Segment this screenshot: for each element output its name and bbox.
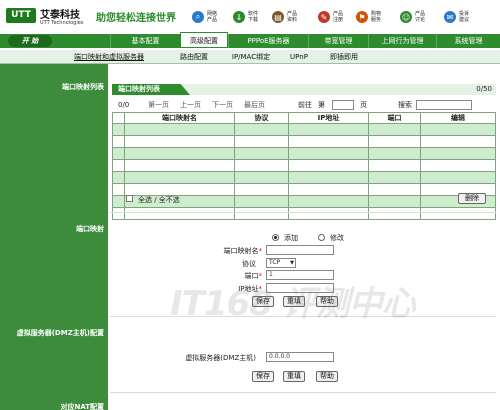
- start-button[interactable]: 开 始: [8, 35, 52, 47]
- select-all-label: 全选 / 全不选: [138, 196, 180, 204]
- column-header-edit: 编辑: [420, 112, 496, 124]
- column-header-port: 端口: [368, 112, 421, 124]
- name-field-label: 端口映射名*: [223, 247, 263, 255]
- name-label-text: 端口映射名: [223, 247, 259, 255]
- slogan: 助您轻松连接世界: [96, 13, 176, 24]
- download-icon: ⇓: [233, 11, 245, 23]
- section-label-nat: 对应NAT配置: [60, 403, 104, 410]
- section-divider: [110, 392, 496, 393]
- tab-advanced-config[interactable]: 高级配置: [180, 32, 228, 48]
- add-radio-label: 添加: [284, 234, 298, 242]
- modify-radio[interactable]: [318, 234, 325, 241]
- page-position: 0/0: [118, 101, 130, 109]
- entry-count: 0/50: [476, 85, 492, 93]
- toplink-label: 网络产品: [207, 11, 218, 23]
- table-title: 端口映射列表: [112, 84, 190, 95]
- protocol-value: TCP: [269, 259, 281, 266]
- tab-behavior-management[interactable]: 上网行为管理: [368, 34, 436, 48]
- table-row: [112, 183, 496, 196]
- search-input[interactable]: [416, 100, 472, 110]
- register-icon: ✎: [318, 11, 330, 23]
- last-page-link[interactable]: 最后页: [244, 99, 265, 111]
- prev-page-link[interactable]: 上一页: [180, 99, 201, 111]
- toplink-label: 产品注册: [333, 11, 344, 23]
- table-row: [112, 159, 496, 172]
- select-all-checkbox[interactable]: [126, 195, 133, 202]
- dmz-help-button[interactable]: 帮助: [316, 371, 338, 382]
- toplink-label: 产品讨论: [415, 11, 426, 23]
- dmz-save-button[interactable]: 保存: [252, 371, 274, 382]
- search-icon: ⌕: [192, 11, 204, 23]
- dmz-ip-input[interactable]: 0.0.0.0: [266, 352, 334, 362]
- search-label: 搜索: [398, 101, 412, 109]
- main-nav: 开 始 基本配置 高级配置 PPPoE服务器 带宽管理 上网行为管理 系统管理: [0, 32, 500, 48]
- delete-button[interactable]: 删除: [458, 193, 486, 204]
- main-content: 端口映射列表 0/50 0/0 第一页 上一页 下一页 最后页 前往 第 页 搜…: [110, 64, 496, 410]
- toplink-download[interactable]: ⇓ 软件下载: [233, 7, 260, 27]
- subtab-port-mapping[interactable]: 端口映射和虚拟服务器: [60, 50, 158, 64]
- toplink-label: 产品资料: [287, 11, 298, 23]
- toplink-docs[interactable]: ▤ 产品资料: [272, 7, 299, 27]
- column-header-protocol: 协议: [234, 112, 289, 124]
- table-row: [112, 147, 496, 160]
- next-page-link[interactable]: 下一页: [212, 99, 233, 111]
- tab-basic-config[interactable]: 基本配置: [110, 34, 180, 48]
- column-header-name: 端口映射名: [124, 112, 235, 124]
- goto-label: 前往: [298, 101, 312, 109]
- dmz-label: 虚拟服务器(DMZ主机): [185, 354, 256, 362]
- book-icon: ▤: [272, 11, 284, 23]
- subtab-upnp[interactable]: UPnP: [284, 50, 314, 64]
- protocol-label: 协议: [242, 260, 256, 268]
- toplink-label: 投诉建议: [459, 11, 470, 23]
- sub-nav: 端口映射和虚拟服务器 路由配置 IP/MAC绑定 UPnP 即插即用: [0, 50, 500, 64]
- subtab-routing[interactable]: 路由配置: [172, 50, 216, 64]
- watermark: IT168 评测中心: [170, 284, 416, 324]
- section-label-port-map: 端口映射: [76, 225, 104, 233]
- logo[interactable]: UTT 艾泰科技 UTT Technologies: [6, 6, 86, 28]
- pager: 0/0 第一页 上一页 下一页 最后页 前往 第 页 搜索: [112, 99, 496, 111]
- modify-radio-label: 修改: [330, 234, 344, 242]
- toplink-forum[interactable]: ☺ 产品讨论: [400, 7, 427, 27]
- goto-di-label: 第: [318, 101, 325, 109]
- add-radio[interactable]: [272, 234, 279, 241]
- goto-page-input[interactable]: [332, 100, 354, 110]
- brand-name-en: UTT Technologies: [40, 20, 84, 26]
- tab-bandwidth[interactable]: 带宽管理: [308, 34, 368, 48]
- header: UTT 艾泰科技 UTT Technologies 助您轻松连接世界 ⌕ 网络产…: [0, 0, 500, 30]
- table-title-bar: 端口映射列表 0/50: [112, 84, 496, 95]
- section-label-port-map-list: 端口映射列表: [62, 83, 104, 91]
- table-row: [112, 135, 496, 148]
- tab-pppoe-server[interactable]: PPPoE服务器: [228, 34, 308, 48]
- toplink-feedback[interactable]: ✉ 投诉建议: [444, 7, 471, 27]
- shopping-icon: ⚑: [356, 11, 368, 23]
- first-page-link[interactable]: 第一页: [148, 99, 169, 111]
- table-row: [112, 123, 496, 136]
- toplink-shop[interactable]: ⚑ 购物服务: [356, 7, 383, 27]
- table-header-row: 端口映射名 协议 IP地址 端口 编辑: [112, 112, 496, 124]
- select-column-header: [112, 112, 125, 124]
- chevron-down-icon: ▼: [290, 260, 294, 266]
- tab-system[interactable]: 系统管理: [436, 34, 500, 48]
- toplink-label: 软件下载: [248, 11, 259, 23]
- feedback-icon: ✉: [444, 11, 456, 23]
- subtab-plug-and-play[interactable]: 即插即用: [324, 50, 364, 64]
- subtab-ip-mac-binding[interactable]: IP/MAC绑定: [226, 50, 276, 64]
- dmz-reset-button[interactable]: 重填: [283, 371, 305, 382]
- section-sidebar: 端口映射列表 端口映射 虚拟服务器(DMZ主机)配置 对应NAT配置: [0, 64, 108, 410]
- table-row: [112, 207, 496, 220]
- goto-page-label: 页: [360, 101, 367, 109]
- brand-name: 艾泰科技: [40, 10, 80, 21]
- toplink-products[interactable]: ⌕ 网络产品: [192, 7, 219, 27]
- section-label-dmz: 虚拟服务器(DMZ主机)配置: [16, 329, 104, 337]
- toplink-register[interactable]: ✎ 产品注册: [318, 7, 345, 27]
- logo-mark: UTT: [6, 8, 36, 23]
- section-divider: [110, 212, 496, 213]
- discussion-icon: ☺: [400, 11, 412, 23]
- toplink-label: 购物服务: [371, 11, 382, 23]
- column-header-ip: IP地址: [288, 112, 369, 124]
- port-map-name-input[interactable]: [266, 245, 334, 255]
- protocol-select[interactable]: TCP ▼: [266, 258, 296, 268]
- table-row: [112, 171, 496, 184]
